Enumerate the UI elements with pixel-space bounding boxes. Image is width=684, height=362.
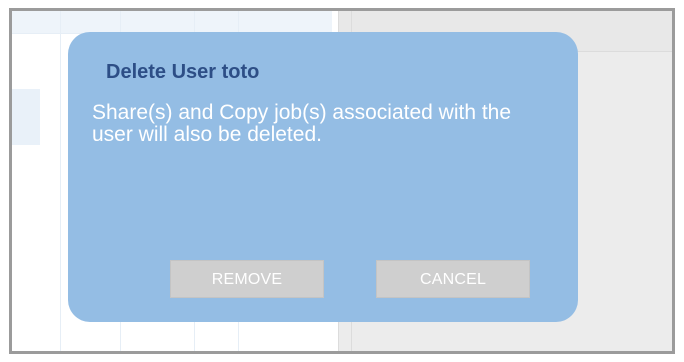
background-grid-line [60,11,61,351]
background-side-tab [12,89,40,145]
remove-button[interactable]: REMOVE [170,260,324,298]
cancel-button[interactable]: CANCEL [376,260,530,298]
dialog-button-row: REMOVE CANCEL [170,260,530,300]
dialog-message: Share(s) and Copy job(s) associated with… [92,101,512,146]
delete-user-dialog: Delete User toto Share(s) and Copy job(s… [68,32,578,322]
dialog-title: Delete User toto [106,61,260,83]
